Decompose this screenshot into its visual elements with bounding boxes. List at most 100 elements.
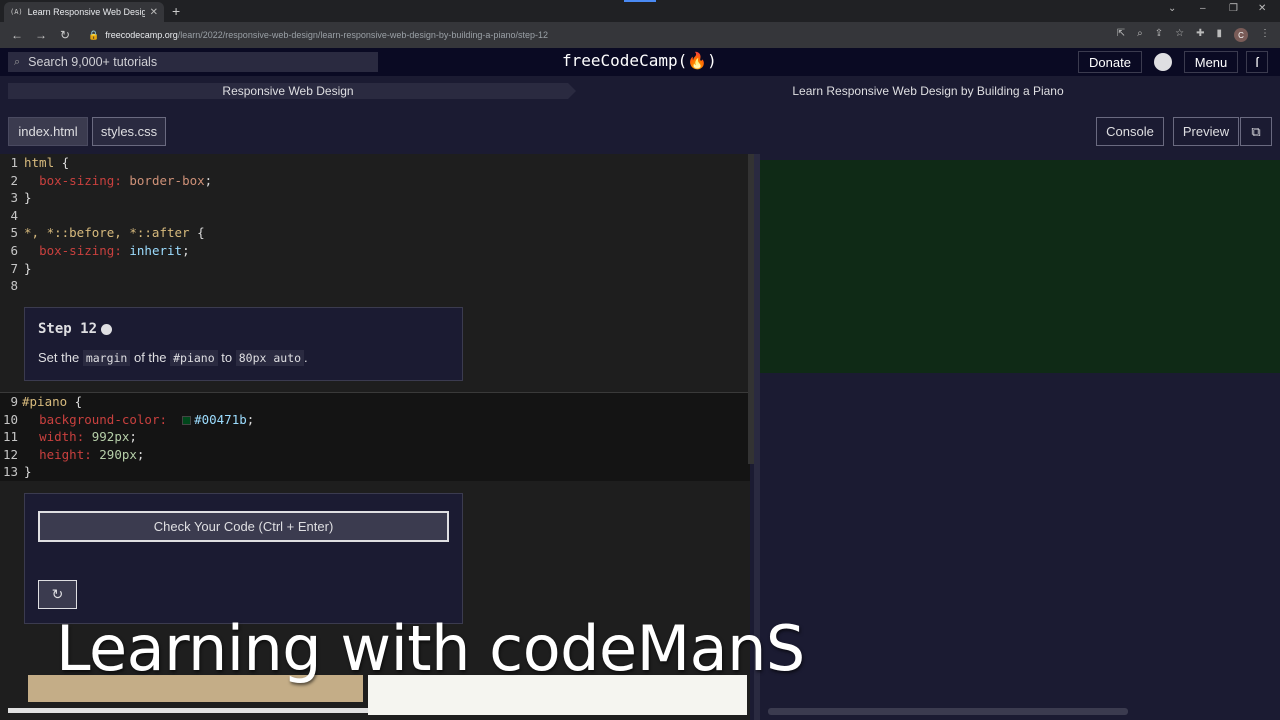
code-line[interactable]: 9 #piano { [0,392,751,412]
caption-base-bar [8,708,368,713]
preview-scrollbar[interactable] [768,708,1128,715]
new-tab-button[interactable]: + [172,3,180,19]
code-token: height: [39,446,92,462]
minimize-icon[interactable]: – [1200,3,1206,14]
console-button[interactable]: Console [1096,117,1164,146]
code-line[interactable]: 7} [0,260,750,278]
code-token: ; [136,446,145,462]
code-line[interactable]: 3} [0,189,750,207]
code-line[interactable]: 2 box-sizing: border-box; [0,172,750,190]
code-token: ; [204,172,213,188]
url-field[interactable]: 🔒 freecodecamp.org/learn/2022/responsive… [88,30,548,41]
code-line[interactable]: 11 width: 992px; [0,428,750,446]
check-code-button[interactable]: Check Your Code (Ctrl + Enter) [38,511,449,542]
line-number: 13 [2,464,18,480]
line-number: 4 [10,207,18,223]
code-token: width: [39,429,85,445]
search-icon: ⌕ [14,55,21,68]
browser-actions: ⇱ ⌕ ⇪ ☆ ✚ ▮ C ⋮ [1117,28,1270,42]
line-number: 8 [10,278,18,294]
code-token: { [189,225,205,241]
inline-code: 80px auto [235,350,305,366]
code-token: *, *::before, *::after [24,225,190,241]
line-number: 2 [10,172,18,188]
code-line[interactable]: 13} [0,463,750,481]
breadcrumb-block[interactable]: Learn Responsive Web Design by Building … [580,83,1276,99]
theme-toggle-icon[interactable] [1154,53,1172,71]
action-panel: Check Your Code (Ctrl + Enter) ↻ [24,493,463,624]
piano-preview [760,160,1280,373]
zoom-icon[interactable]: ⌕ [1137,28,1143,42]
donate-button[interactable]: Donate [1078,51,1142,73]
code-line[interactable]: 1 html { [0,154,750,172]
code-token: 992px [84,429,130,445]
browser-tab[interactable]: (A) Learn Responsive Web Design by Build… [4,2,164,22]
line-number: 11 [2,429,18,445]
step-instructions: Set the margin of the #piano to 80px aut… [38,350,449,366]
preview-button[interactable]: Preview [1173,117,1239,146]
forward-icon[interactable]: → [34,28,48,42]
line-number: 9 [10,394,18,409]
close-window-icon[interactable]: ✕ [1258,3,1266,14]
fcc-favicon-icon: (A) [10,8,23,16]
reload-icon[interactable]: ↻ [58,28,72,42]
code-token: #00471b [194,411,247,427]
instruction-text: Set the [38,350,83,365]
popout-preview-icon[interactable]: ⧉ [1240,117,1272,146]
user-profile-icon[interactable]: ſ [1246,51,1268,73]
extensions-icon[interactable]: ✚ [1196,28,1204,42]
step-description: Step 12 Set the margin of the #piano to … [24,307,463,381]
more-menu-icon[interactable]: ⋮ [1260,28,1270,42]
menu-button[interactable]: Menu [1184,51,1238,73]
code-token: } [24,260,32,276]
code-token: border-box [121,172,205,188]
tab-search-chevron-icon[interactable]: ⌄ [1168,3,1176,14]
side-panel-icon[interactable]: ▮ [1216,28,1222,42]
video-caption: Learning with codeManS [56,612,805,685]
tab-title: Learn Responsive Web Design by Building … [27,7,145,17]
line-number: 1 [10,155,18,170]
inline-code: margin [82,350,131,366]
code-line[interactable]: 10 background-color: #00471b; [0,410,750,429]
instruction-text: of the [130,350,171,365]
tab-styles-css[interactable]: styles.css [92,117,166,146]
search-box: ⌕ [8,52,378,72]
restore-icon[interactable]: ❐ [1229,3,1238,14]
preview-pane [760,160,1280,720]
url-host: freecodecamp.org [105,30,178,40]
profile-avatar[interactable]: C [1234,28,1248,42]
code-token: box-sizing: [39,243,122,258]
install-icon[interactable]: ⇱ [1117,28,1125,42]
code-token: { [54,155,70,170]
code-token: ; [182,243,190,258]
code-token: ; [129,429,137,445]
code-line[interactable]: 6 box-sizing: inherit; [0,242,750,260]
fcc-navbar: ⌕ freeCodeCamp(🔥) Donate Menu ſ [0,48,1280,76]
color-swatch-icon[interactable] [182,415,192,425]
step-title-text: Step 12 [38,321,98,337]
line-number: 12 [2,446,18,462]
instruction-text: . [304,350,308,365]
lock-icon: 🔒 [88,29,100,40]
back-icon[interactable]: ← [10,28,24,42]
tab-strip-indicator [624,0,656,2]
code-line[interactable]: 8 [0,277,750,295]
url-path: /learn/2022/responsive-web-design/learn-… [177,30,548,40]
address-bar: ← → ↻ 🔒 freecodecamp.org/learn/2022/resp… [0,22,1280,48]
code-line[interactable]: 12 height: 290px; [0,445,750,464]
code-token: 290px [91,446,137,462]
reset-icon[interactable]: ↻ [38,580,77,609]
close-tab-icon[interactable]: ✕ [150,7,158,18]
browser-tab-bar: (A) Learn Responsive Web Design by Build… [0,0,1280,22]
fcc-logo[interactable]: freeCodeCamp(🔥) [562,51,717,70]
search-input[interactable] [28,55,359,69]
code-line[interactable]: 4 [0,207,750,225]
line-number: 5 [10,225,18,241]
bookmark-star-icon[interactable]: ☆ [1175,28,1184,42]
breadcrumb-superblock[interactable]: Responsive Web Design [8,83,568,99]
code-token: } [24,190,32,206]
share-icon[interactable]: ⇪ [1155,28,1163,42]
code-token: ; [246,411,255,427]
code-line[interactable]: 5 *, *::before, *::after { [0,224,750,242]
tab-index-html[interactable]: index.html [8,117,88,146]
